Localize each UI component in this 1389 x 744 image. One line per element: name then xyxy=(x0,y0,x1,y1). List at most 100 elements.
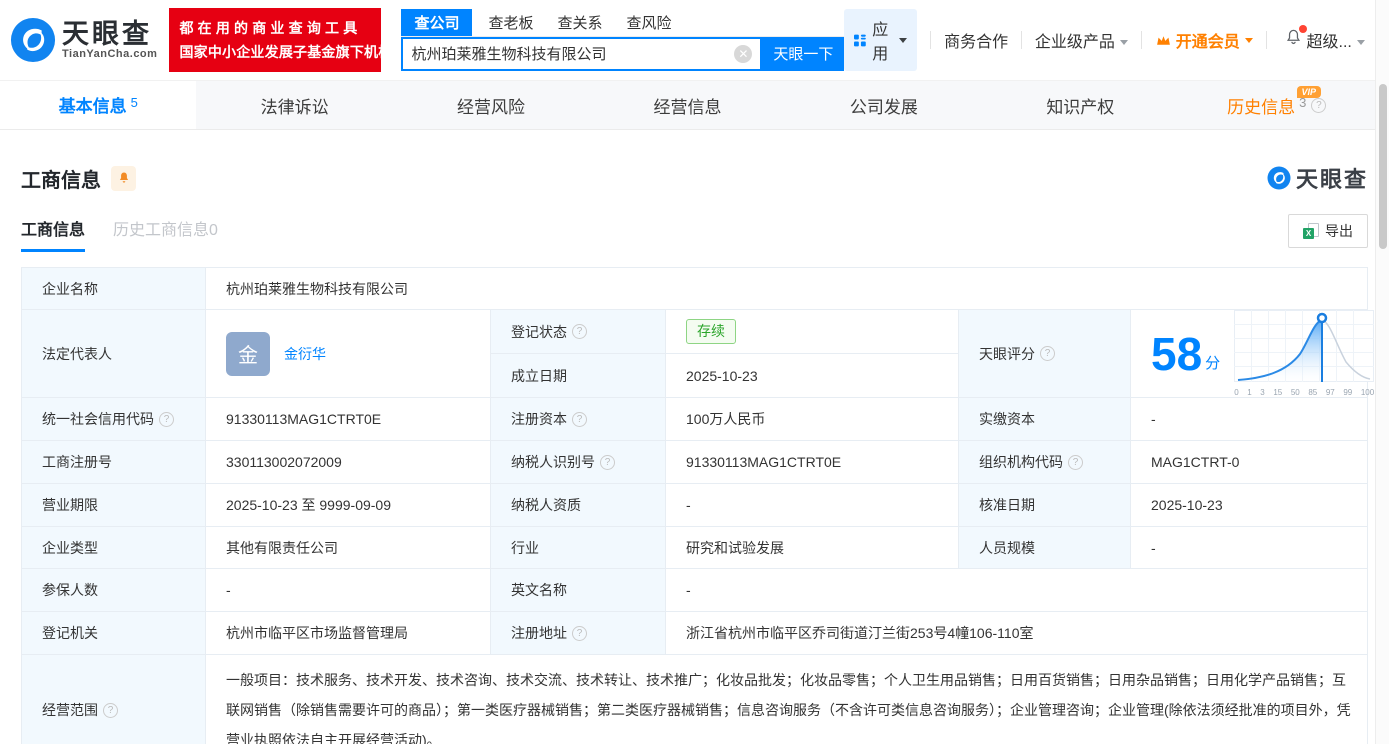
notifications-bell[interactable] xyxy=(1284,25,1307,52)
score-cell[interactable]: 58 分 0 1 3 15 50 85 97 99 100 xyxy=(1130,309,1375,398)
tab-operation-info[interactable]: 经营信息 xyxy=(589,81,785,129)
tab-history-info[interactable]: VIP 历史信息 3 ? xyxy=(1179,81,1375,129)
scrollbar-track[interactable] xyxy=(1375,0,1389,744)
help-icon[interactable]: ? xyxy=(572,324,587,339)
search-tab-boss[interactable]: 查老板 xyxy=(488,9,533,36)
score-value: 58 xyxy=(1151,327,1203,380)
menu-business-cooperation[interactable]: 商务合作 xyxy=(944,28,1008,52)
vip-label: 开通会员 xyxy=(1175,34,1240,51)
apps-label: 应用 xyxy=(872,22,889,63)
table-row: 统一社会信用代码? 91330113MAG1CTRT0E 注册资本? 100万人… xyxy=(21,397,1368,441)
reg-capital-value: 100万人民币 xyxy=(665,397,959,441)
apps-menu[interactable]: 应用 xyxy=(844,9,918,71)
search-box-row: ✕ 天眼一下 xyxy=(401,36,845,71)
subtab-history-business-info[interactable]: 历史工商信息0 xyxy=(113,216,218,252)
search-tab-risk[interactable]: 查风险 xyxy=(626,9,671,36)
reg-status-value: 存续 xyxy=(665,309,959,354)
legal-rep-name-link[interactable]: 金衍华 xyxy=(284,344,326,364)
tab-operation-risk[interactable]: 经营风险 xyxy=(393,81,589,129)
chevron-down-icon xyxy=(1244,37,1253,43)
axis-tick: 50 xyxy=(1290,388,1300,397)
search-button[interactable]: 天眼一下 xyxy=(762,36,845,71)
search-tab-relation[interactable]: 查关系 xyxy=(557,9,602,36)
paid-capital-value: - xyxy=(1130,397,1368,441)
axis-tick: 1 xyxy=(1247,388,1252,397)
tab-label: 公司发展 xyxy=(849,97,918,117)
search-zone: 查公司 查老板 查关系 查风险 ✕ 天眼一下 xyxy=(401,8,845,71)
business-scope-label: 经营范围 xyxy=(42,702,98,718)
tab-count: 5 xyxy=(130,95,138,110)
tab-basic-info[interactable]: 基本信息 5 xyxy=(0,81,197,129)
search-tab-company[interactable]: 查公司 xyxy=(401,8,473,36)
promo-line2: 国家中小企业发展子基金旗下机构 xyxy=(179,44,393,60)
business-term-label: 营业期限 xyxy=(21,483,206,527)
apps-grid-icon xyxy=(854,34,867,46)
notification-dot xyxy=(1298,25,1307,33)
help-icon[interactable]: ? xyxy=(1040,346,1055,361)
table-row: 参保人数 - 英文名称 - xyxy=(21,568,1368,612)
table-row: 经营范围? 一般项目：技术服务、技术开发、技术咨询、技术交流、技术转让、技术推广… xyxy=(21,654,1368,744)
promo-banner[interactable]: 都在用的商业查询工具 国家中小企业发展子基金旗下机构 xyxy=(169,8,393,72)
watermark-logo: 天眼查 xyxy=(1267,162,1368,194)
help-icon[interactable]: ? xyxy=(159,411,174,427)
search-tabs: 查公司 查老板 查关系 查风险 xyxy=(401,8,845,37)
table-row: 企业类型 其他有限责任公司 行业 研究和试验发展 人员规模 - xyxy=(21,526,1368,569)
taxpayer-quality-label: 纳税人资质 xyxy=(490,483,666,527)
business-term-value: 2025-10-23 至 9999-09-09 xyxy=(205,483,491,527)
table-row: 法定代表人 金 金衍华 登记状态? 存续 天眼评分? 58 分 0 1 3 15… xyxy=(21,309,1375,398)
axis-tick: 99 xyxy=(1343,388,1353,397)
reg-address-label: 注册地址 xyxy=(511,625,567,641)
company-type-label: 企业类型 xyxy=(21,526,206,569)
search-input[interactable] xyxy=(403,45,735,62)
reg-authority-label: 登记机关 xyxy=(21,611,206,655)
english-name-label: 英文名称 xyxy=(490,568,666,612)
taxpayer-id-label-cell: 纳税人识别号? xyxy=(490,440,666,484)
taxpayer-id-label: 纳税人识别号 xyxy=(511,454,595,470)
search-box: ✕ xyxy=(401,36,763,71)
top-header: 天眼查 TianYanCha.com 都在用的商业查询工具 国家中小企业发展子基… xyxy=(0,0,1375,80)
tab-label: 基本信息 xyxy=(58,97,127,116)
menu-divider xyxy=(1021,31,1022,49)
menu-divider xyxy=(1140,31,1142,49)
subtab-business-info[interactable]: 工商信息 xyxy=(21,216,86,252)
legal-rep-avatar[interactable]: 金 xyxy=(226,331,270,376)
insured-count-label: 参保人数 xyxy=(21,568,206,612)
taxpayer-id-value: 91330113MAG1CTRT0E xyxy=(665,440,959,484)
help-icon[interactable]: ? xyxy=(1068,454,1083,470)
taxpayer-quality-value: - xyxy=(665,483,959,527)
approval-date-label: 核准日期 xyxy=(958,483,1131,527)
scrollbar-thumb[interactable] xyxy=(1379,84,1387,249)
axis-tick: 85 xyxy=(1308,388,1318,397)
establish-date-value: 2025-10-23 xyxy=(665,353,959,398)
tab-intellectual-property[interactable]: 知识产权 xyxy=(982,81,1178,129)
vip-badge: VIP xyxy=(1297,86,1321,98)
menu-super[interactable]: 超级... xyxy=(1307,28,1365,52)
open-vip-link[interactable]: 开通会员 xyxy=(1155,28,1253,52)
reg-status-label-cell: 登记状态? xyxy=(490,309,666,354)
tianyancha-swirl-icon xyxy=(10,17,56,63)
export-button[interactable]: X 导出 xyxy=(1288,214,1368,248)
help-icon[interactable]: ? xyxy=(572,411,587,427)
industry-label: 行业 xyxy=(490,526,666,569)
monitor-bell-button[interactable] xyxy=(111,165,136,191)
table-row: 登记机关 杭州市临平区市场监督管理局 注册地址? 浙江省杭州市临平区乔司街道汀兰… xyxy=(21,611,1368,655)
help-icon[interactable]: ? xyxy=(1311,97,1327,113)
help-icon[interactable]: ? xyxy=(572,625,587,641)
section-title: 工商信息 xyxy=(21,169,101,192)
help-icon[interactable]: ? xyxy=(600,454,615,470)
tab-company-development[interactable]: 公司发展 xyxy=(786,81,982,129)
tianyancha-swirl-icon xyxy=(1267,166,1291,190)
tab-legal-proceedings[interactable]: 法律诉讼 xyxy=(196,81,392,129)
clear-search-icon[interactable]: ✕ xyxy=(734,44,753,63)
axis-tick: 97 xyxy=(1325,388,1335,397)
score-unit: 分 xyxy=(1205,355,1221,372)
score-label: 天眼评分 xyxy=(979,345,1035,362)
menu-enterprise-products[interactable]: 企业级产品 xyxy=(1035,28,1128,52)
tianyancha-logo[interactable]: 天眼查 TianYanCha.com xyxy=(10,17,157,63)
help-icon[interactable]: ? xyxy=(103,702,118,718)
logo-domain: TianYanCha.com xyxy=(62,48,158,60)
chevron-down-icon xyxy=(1356,40,1365,46)
org-code-value: MAG1CTRT-0 xyxy=(1130,440,1368,484)
reg-address-value: 浙江省杭州市临平区乔司街道汀兰街253号4幢106-110室 xyxy=(665,611,1368,655)
reg-number-label: 工商注册号 xyxy=(21,440,206,484)
